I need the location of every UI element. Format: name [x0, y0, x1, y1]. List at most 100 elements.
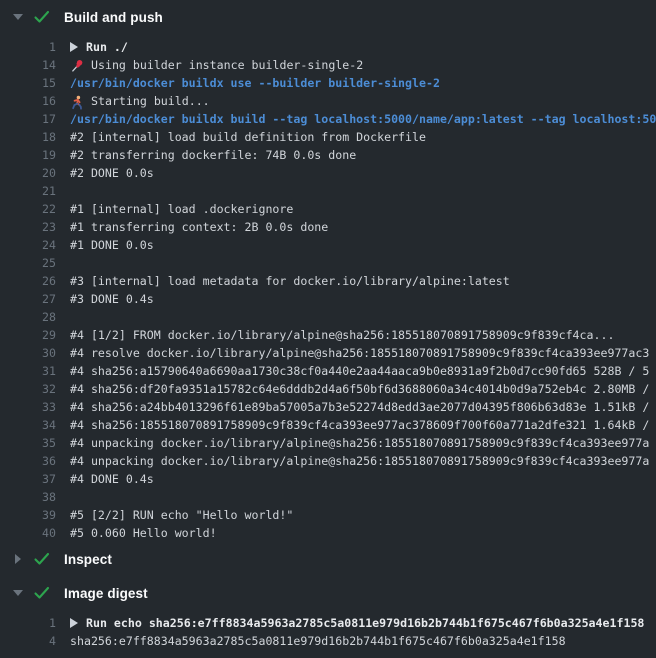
section-header-inspect[interactable]: Inspect [0, 542, 656, 576]
section-title[interactable]: Image digest [64, 586, 148, 601]
log-line-text: #4 [1/2] FROM docker.io/library/alpine@s… [70, 326, 614, 344]
line-number[interactable]: 28 [0, 308, 56, 326]
line-number[interactable]: 21 [0, 182, 56, 200]
log-line-text: #3 [internal] load metadata for docker.i… [70, 272, 510, 290]
log-line-text: #5 [2/2] RUN echo "Hello world!" [70, 506, 293, 524]
line-number[interactable]: 33 [0, 398, 56, 416]
run-triangle-icon [70, 42, 78, 52]
log-line: 30#4 resolve docker.io/library/alpine@sh… [0, 344, 656, 362]
log-line: 22 #1 [internal] load .dockerignore [0, 200, 656, 218]
log-line-text: Run echo sha256:e7ff8834a5963a2785c5a081… [70, 614, 644, 632]
log-line: 14 Using builder instance builder-single… [0, 56, 656, 74]
section-title[interactable]: Inspect [64, 552, 112, 567]
check-icon [34, 586, 50, 600]
log-line-text: /usr/bin/docker buildx use --builder bui… [70, 74, 440, 92]
log-line: 32 #4 sha256:df20fa9351a15782c64e6dddb2d4… [0, 380, 656, 398]
log-line-text: #1 [internal] load .dockerignore [70, 200, 293, 218]
check-icon [34, 551, 50, 567]
pushpin-icon [70, 59, 84, 73]
line-number[interactable]: 36 [0, 452, 56, 470]
line-number[interactable]: 26 [0, 272, 56, 290]
log-line: 35 #4 unpacking docker.io/library/alpine@… [0, 434, 656, 452]
check-icon [34, 585, 50, 601]
line-number[interactable]: 25 [0, 254, 56, 272]
log-line: 36 #4 unpacking docker.io/library/alpine@… [0, 452, 656, 470]
log-section-build-and-push: Build and push 1 Run ./14 Using builder … [0, 0, 656, 542]
line-number[interactable]: 30 [0, 344, 56, 362]
line-number[interactable]: 1 [0, 38, 56, 56]
section-title[interactable]: Build and push [64, 10, 163, 25]
workflow-log-viewer: Build and push 1 Run ./14 Using builder … [0, 0, 656, 658]
run-triangle-icon [70, 618, 78, 628]
line-number[interactable]: 23 [0, 218, 56, 236]
runner-icon [70, 95, 84, 110]
line-number[interactable]: 16 [0, 92, 56, 110]
log-line: 34 #4 sha256:185518070891758909c9f839cf4c… [0, 416, 656, 434]
line-number[interactable]: 38 [0, 488, 56, 506]
line-number[interactable]: 18 [0, 128, 56, 146]
line-number[interactable]: 17 [0, 110, 56, 128]
log-line: 31 #4 sha256:a15790640a6690aa1730c38cf0a4… [0, 362, 656, 380]
line-number[interactable]: 4 [0, 632, 56, 650]
line-number[interactable]: 29 [0, 326, 56, 344]
chevron-right-icon[interactable] [11, 554, 24, 564]
log-line-text: #2 [internal] load build definition from… [70, 128, 426, 146]
log-line-text: Starting build... [70, 92, 210, 110]
log-line: 16 Starting build... [0, 92, 656, 110]
run-triangle-icon[interactable] [70, 618, 78, 628]
log-line: 20 #2 DONE 0.0s [0, 164, 656, 182]
log-line-text: Run ./ [70, 38, 128, 56]
line-number[interactable]: 22 [0, 200, 56, 218]
section-header-image-digest[interactable]: Image digest [0, 576, 656, 610]
log-line: 17/usr/bin/docker buildx build --tag loc… [0, 110, 656, 128]
line-number[interactable]: 27 [0, 290, 56, 308]
log-line: 38 [0, 488, 656, 506]
chevron-down-icon[interactable] [11, 590, 24, 596]
log-line-text: #4 sha256:a24bb4013296f61e89ba57005a7b3e… [70, 398, 649, 416]
log-line-text: #5 0.060 Hello world! [70, 524, 217, 542]
run-triangle-icon[interactable] [70, 42, 78, 52]
runner-icon [70, 95, 84, 110]
log-line-text: /usr/bin/docker buildx build --tag local… [70, 110, 656, 128]
log-line: 4sha256:e7ff8834a5963a2785c5a0811e979d16… [0, 632, 656, 650]
pushpin-icon [70, 59, 84, 73]
log-line-text: #2 transferring dockerfile: 74B 0.0s don… [70, 146, 356, 164]
log-lines: 1 Run echo sha256:e7ff8834a5963a2785c5a0… [0, 610, 656, 650]
line-number[interactable]: 31 [0, 362, 56, 380]
line-number[interactable]: 1 [0, 614, 56, 632]
log-line-text: #4 sha256:185518070891758909c9f839cf4ca3… [70, 416, 649, 434]
log-line-text: #4 unpacking docker.io/library/alpine@sh… [70, 434, 649, 452]
log-line: 21 [0, 182, 656, 200]
log-line-text: #2 DONE 0.0s [70, 164, 154, 182]
log-line-text: #4 unpacking docker.io/library/alpine@sh… [70, 452, 649, 470]
log-line: 1 Run ./ [0, 38, 656, 56]
line-number[interactable]: 20 [0, 164, 56, 182]
check-icon [34, 552, 50, 566]
log-line: 25 [0, 254, 656, 272]
line-number[interactable]: 32 [0, 380, 56, 398]
log-line: 33 #4 sha256:a24bb4013296f61e89ba57005a7b… [0, 398, 656, 416]
log-line: 27#3 DONE 0.4s [0, 290, 656, 308]
line-number[interactable]: 40 [0, 524, 56, 542]
log-line: 19 #2 transferring dockerfile: 74B 0.0s d… [0, 146, 656, 164]
chevron-down-icon[interactable] [11, 14, 24, 20]
log-line: 24#1 DONE 0.0s [0, 236, 656, 254]
line-number[interactable]: 19 [0, 146, 56, 164]
line-number[interactable]: 24 [0, 236, 56, 254]
log-line: 26 #3 [internal] load metadata for docker… [0, 272, 656, 290]
log-line: 18 #2 [internal] load build definition fr… [0, 128, 656, 146]
check-icon [34, 10, 50, 24]
line-number[interactable]: 34 [0, 416, 56, 434]
check-icon [34, 9, 50, 25]
log-line-text: #1 transferring context: 2B 0.0s done [70, 218, 328, 236]
log-line: 37 #4 DONE 0.4s [0, 470, 656, 488]
line-number[interactable]: 39 [0, 506, 56, 524]
log-line-text: #4 sha256:df20fa9351a15782c64e6dddb2d4a6… [70, 380, 649, 398]
line-number[interactable]: 37 [0, 470, 56, 488]
log-line-text: #4 DONE 0.4s [70, 470, 154, 488]
line-number[interactable]: 15 [0, 74, 56, 92]
line-number[interactable]: 14 [0, 56, 56, 74]
line-number[interactable]: 35 [0, 434, 56, 452]
section-header-build-and-push[interactable]: Build and push [0, 0, 656, 34]
log-line-text: #4 sha256:a15790640a6690aa1730c38cf0a440… [70, 362, 649, 380]
